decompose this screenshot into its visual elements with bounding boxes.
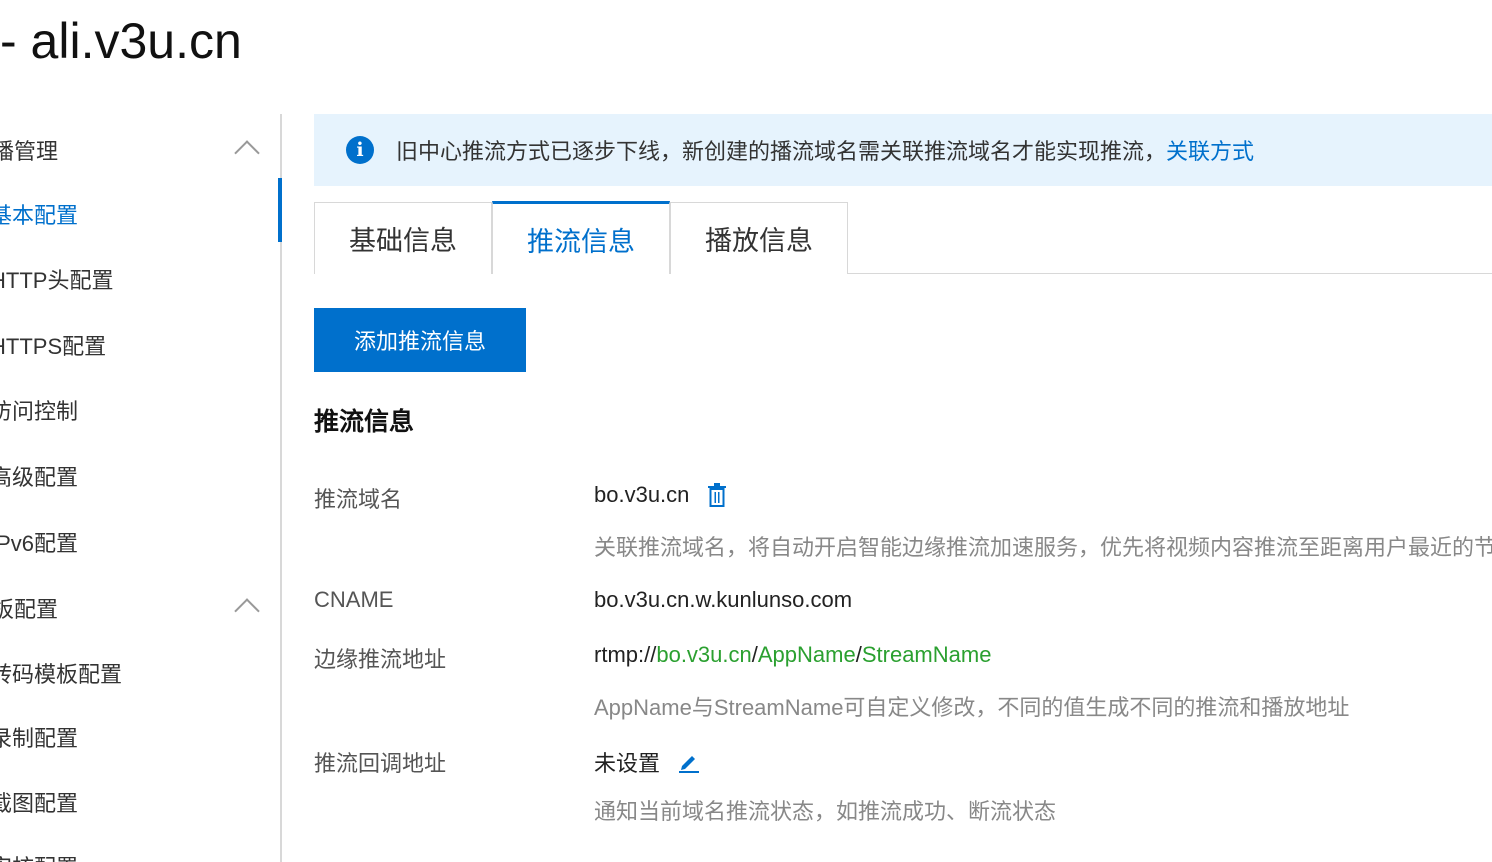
push-domain-hint: 关联推流域名，将自动开启智能边缘推流加速服务，优先将视频内容推流至距离用户最近的… <box>594 530 1492 562</box>
info-icon: i <box>346 136 374 164</box>
notice-text: 旧中心推流方式已逐步下线，新创建的播流域名需关联推流域名才能实现推流， <box>396 134 1166 166</box>
push-domain-value: bo.v3u.cn <box>594 482 727 508</box>
sidebar-item-basic[interactable]: 基本配置 <box>0 198 78 230</box>
sidebar-group-template[interactable]: 模板配置 <box>0 592 58 624</box>
tab-push-info[interactable]: 推流信息 <box>492 201 670 274</box>
page-title: - ali.v3u.cn <box>0 12 242 70</box>
sidebar-item-access[interactable]: 访问控制 <box>0 394 78 426</box>
sidebar-item-snapshot[interactable]: 截图配置 <box>0 786 78 818</box>
tab-play-info[interactable]: 播放信息 <box>670 202 848 274</box>
notice-link[interactable]: 关联方式 <box>1166 134 1254 166</box>
sidebar: 直播管理 基本配置 HTTP头配置 HTTPS配置 访问控制 高级配置 IPv6… <box>0 114 282 862</box>
cname-value: bo.v3u.cn.w.kunlunso.com <box>594 587 852 613</box>
url-prefix: rtmp:// <box>594 642 656 668</box>
push-domain-text: bo.v3u.cn <box>594 482 689 508</box>
callback-text: 未设置 <box>594 746 660 778</box>
tabs: 基础信息 推流信息 播放信息 <box>314 202 1492 274</box>
edge-push-hint: AppName与StreamName可自定义修改，不同的值生成不同的推流和播放地… <box>594 690 1349 722</box>
chevron-up-icon[interactable] <box>234 140 259 165</box>
edge-push-label: 边缘推流地址 <box>314 642 446 674</box>
notice-banner: i 旧中心推流方式已逐步下线，新创建的播流域名需关联推流域名才能实现推流， 关联… <box>314 114 1492 186</box>
sidebar-item-http-header[interactable]: HTTP头配置 <box>0 263 113 295</box>
callback-hint: 通知当前域名推流状态，如推流成功、断流状态 <box>594 794 1056 826</box>
url-stream: StreamName <box>862 642 992 668</box>
push-domain-label: 推流域名 <box>314 482 402 514</box>
sidebar-item-advanced[interactable]: 高级配置 <box>0 460 78 492</box>
sidebar-item-https[interactable]: HTTPS配置 <box>0 329 106 361</box>
sidebar-item-transcode[interactable]: 转码模板配置 <box>0 657 122 689</box>
callback-label: 推流回调地址 <box>314 746 446 778</box>
url-app: AppName <box>758 642 856 668</box>
section-title: 推流信息 <box>314 402 414 438</box>
add-push-info-button[interactable]: 添加推流信息 <box>314 308 526 372</box>
sidebar-item-ipv6[interactable]: IPv6配置 <box>0 526 78 558</box>
active-indicator <box>278 178 282 242</box>
tab-basic-info[interactable]: 基础信息 <box>314 202 492 274</box>
cname-label: CNAME <box>314 587 393 613</box>
trash-icon[interactable] <box>707 483 727 507</box>
url-host: bo.v3u.cn <box>656 642 751 668</box>
chevron-up-icon[interactable] <box>234 598 259 623</box>
edge-push-url: rtmp://bo.v3u.cn/AppName/StreamName <box>594 642 991 668</box>
sidebar-item-review[interactable]: 审核配置 <box>0 850 78 862</box>
sidebar-group-live[interactable]: 直播管理 <box>0 134 58 166</box>
sidebar-item-record[interactable]: 录制配置 <box>0 721 78 753</box>
callback-value: 未设置 <box>594 746 700 778</box>
edit-icon[interactable] <box>678 751 700 773</box>
